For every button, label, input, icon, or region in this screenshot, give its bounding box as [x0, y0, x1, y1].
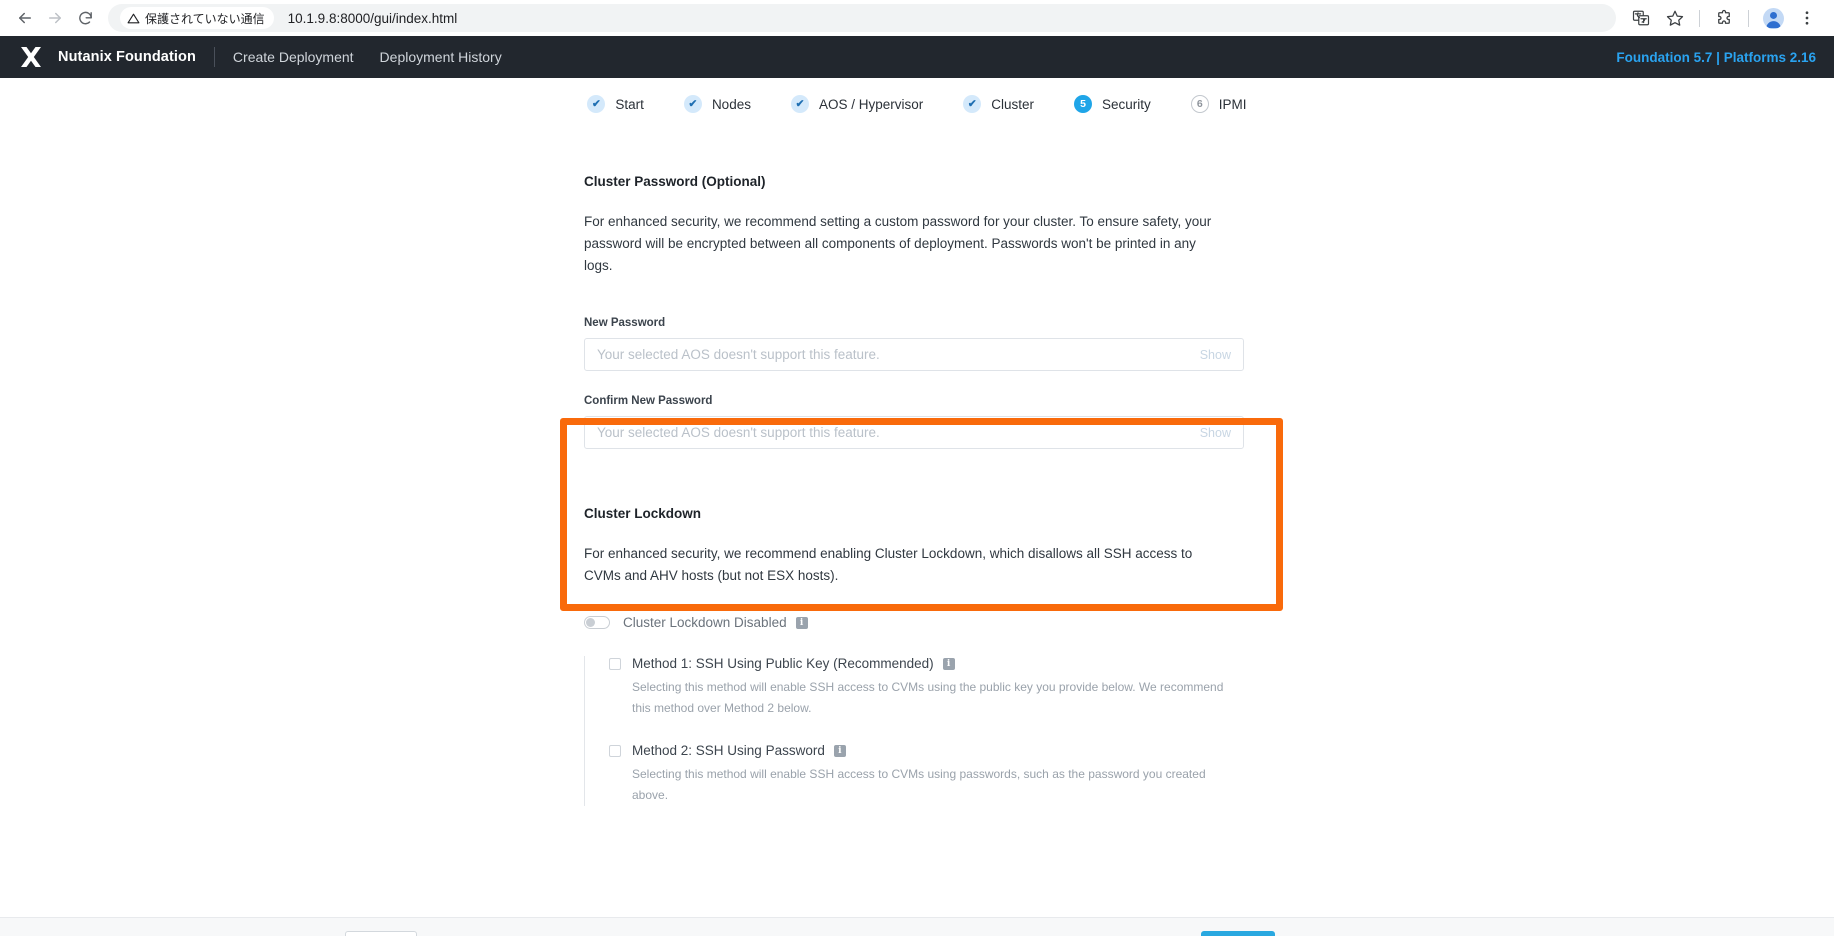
step-start-label: Start — [615, 96, 644, 112]
step-aos-hypervisor[interactable]: ✔ AOS / Hypervisor — [790, 95, 924, 113]
forward-button[interactable] — [40, 3, 70, 33]
step-nodes-label: Nodes — [711, 96, 751, 112]
toolbar-divider — [1699, 9, 1700, 27]
new-password-input[interactable]: Your selected AOS doesn't support this f… — [584, 338, 1244, 371]
cluster-lockdown-title: Cluster Lockdown — [584, 506, 702, 521]
ssh-methods-list: Method 1: SSH Using Public Key (Recommen… — [584, 656, 1284, 806]
nav-create-deployment[interactable]: Create Deployment — [233, 49, 354, 65]
wizard-footer: ❮ Prev Next ❯ — [0, 917, 1834, 936]
nav-deployment-history[interactable]: Deployment History — [380, 49, 502, 65]
step-aos-hypervisor-circle: ✔ — [790, 95, 809, 113]
method-2-checkbox[interactable] — [609, 744, 621, 757]
step-ipmi-circle: 6 — [1190, 95, 1209, 113]
security-warning-text: 保護されていない通信 — [145, 11, 265, 26]
back-button[interactable] — [10, 3, 40, 33]
prev-button[interactable]: ❮ Prev — [345, 931, 417, 936]
three-dot-menu-icon[interactable] — [1792, 3, 1822, 33]
star-icon[interactable] — [1660, 3, 1690, 33]
new-password-show-toggle[interactable]: Show — [1200, 348, 1231, 362]
app-title: Nutanix Foundation — [58, 49, 196, 65]
step-start[interactable]: ✔ Start — [587, 95, 644, 113]
browser-actions — [1624, 3, 1824, 33]
browser-toolbar: 保護されていない通信 10.1.9.8:8000/gui/index.html — [0, 0, 1834, 36]
step-cluster-circle: ✔ — [963, 95, 982, 113]
method-1-checkbox[interactable] — [609, 657, 621, 670]
step-security[interactable]: 5 Security — [1074, 95, 1151, 113]
step-aos-hypervisor-label: AOS / Hypervisor — [818, 96, 924, 112]
method-1-info-icon[interactable]: i — [942, 657, 955, 670]
version-info: Foundation 5.7 | Platforms 2.16 — [1616, 49, 1816, 65]
step-start-circle: ✔ — [587, 95, 606, 113]
cluster-lockdown-toggle-row: Cluster Lockdown Disabled i — [584, 615, 1284, 630]
confirm-password-input[interactable]: Your selected AOS doesn't support this f… — [584, 416, 1244, 449]
method-2: Method 2: SSH Using Password i Selecting… — [609, 743, 1284, 806]
cluster-lockdown-toggle[interactable] — [584, 616, 610, 629]
translate-icon[interactable] — [1626, 3, 1656, 33]
main-content: Cluster Password (Optional) For enhanced… — [0, 130, 1834, 936]
new-password-label: New Password — [584, 317, 666, 329]
step-nodes[interactable]: ✔ Nodes — [683, 95, 751, 113]
confirm-password-show-toggle[interactable]: Show — [1200, 426, 1231, 440]
cluster-lockdown-toggle-label: Cluster Lockdown Disabled — [623, 615, 787, 630]
header-divider — [213, 47, 215, 67]
toolbar-divider-2 — [1748, 9, 1749, 27]
step-ipmi-label: IPMI — [1218, 96, 1247, 112]
step-security-label: Security — [1102, 96, 1151, 112]
puzzle-icon[interactable] — [1709, 3, 1739, 33]
confirm-password-label: Confirm New Password — [584, 395, 713, 407]
step-cluster[interactable]: ✔ Cluster — [963, 95, 1034, 113]
method-1-description: Selecting this method will enable SSH ac… — [632, 680, 1224, 715]
cluster-lockdown-info-icon[interactable]: i — [795, 616, 808, 629]
method-1-head: Method 1: SSH Using Public Key (Recommen… — [609, 656, 1284, 671]
method-2-head: Method 2: SSH Using Password i — [609, 743, 1284, 758]
warning-triangle-icon — [127, 13, 140, 23]
url-text: 10.1.9.8:8000/gui/index.html — [287, 10, 458, 26]
method-1-title: Method 1: SSH Using Public Key (Recommen… — [632, 656, 934, 671]
cluster-lockdown-description: For enhanced security, we recommend enab… — [584, 546, 1193, 583]
security-form-panel: Cluster Password (Optional) For enhanced… — [584, 130, 1284, 806]
new-password-placeholder: Your selected AOS doesn't support this f… — [597, 347, 880, 362]
wizard-stepper: ✔ Start ✔ Nodes ✔ AOS / Hypervisor ✔ Clu… — [0, 78, 1834, 130]
reload-button[interactable] — [70, 3, 100, 33]
confirm-password-block: Confirm New Password Your selected AOS d… — [584, 395, 1284, 449]
app-header: Nutanix Foundation Create Deployment Dep… — [0, 36, 1834, 78]
confirm-password-placeholder: Your selected AOS doesn't support this f… — [597, 425, 880, 440]
cluster-password-description: For enhanced security, we recommend sett… — [584, 214, 1212, 273]
next-button[interactable]: Next ❯ — [1200, 931, 1275, 936]
toggle-knob — [586, 618, 595, 627]
method-2-info-icon[interactable]: i — [833, 744, 846, 757]
method-2-description: Selecting this method will enable SSH ac… — [632, 767, 1206, 802]
security-indicator[interactable]: 保護されていない通信 — [120, 7, 274, 29]
method-2-title: Method 2: SSH Using Password — [632, 743, 825, 758]
step-cluster-label: Cluster — [991, 96, 1035, 112]
nutanix-x-logo-icon[interactable] — [18, 44, 44, 70]
new-password-block: New Password Your selected AOS doesn't s… — [584, 317, 1284, 371]
step-ipmi[interactable]: 6 IPMI — [1190, 95, 1247, 113]
method-1: Method 1: SSH Using Public Key (Recommen… — [609, 656, 1284, 719]
step-security-circle: 5 — [1074, 95, 1093, 113]
cluster-password-title: Cluster Password (Optional) — [584, 174, 766, 189]
step-nodes-circle: ✔ — [683, 95, 702, 113]
address-bar[interactable]: 保護されていない通信 10.1.9.8:8000/gui/index.html — [108, 4, 1616, 32]
profile-avatar-icon[interactable] — [1758, 3, 1788, 33]
